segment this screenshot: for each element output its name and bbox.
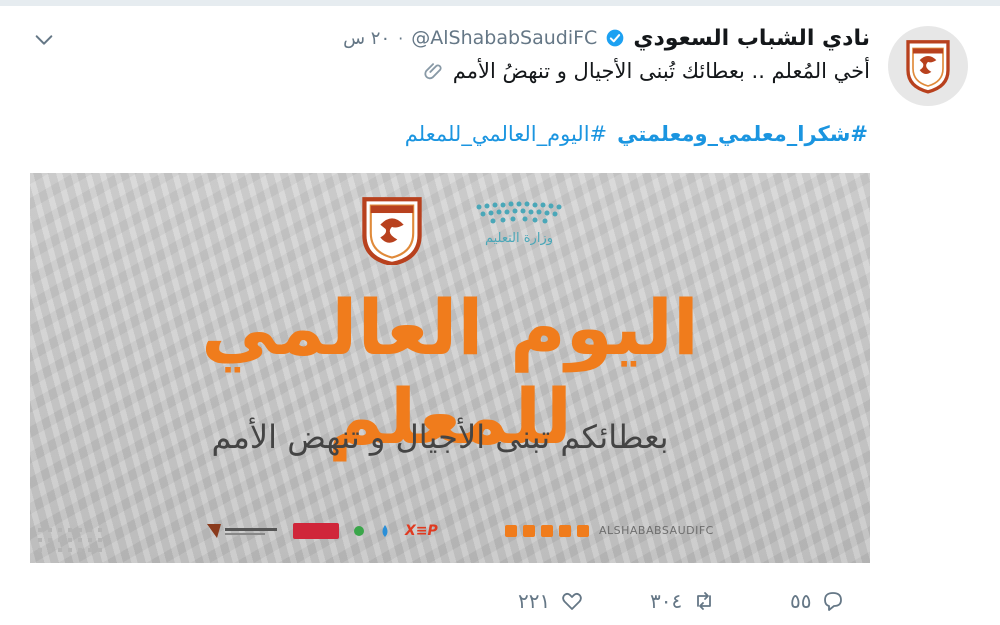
sponsor-logos: X≡P — [205, 522, 438, 540]
instagram-icon — [541, 524, 553, 537]
like-icon — [562, 592, 583, 610]
reply-icon — [824, 592, 843, 611]
chevron-down-icon — [35, 35, 53, 45]
social-icons: ALSHABABSAUDIFC — [505, 524, 714, 537]
like-button[interactable]: ٢٢١ — [518, 585, 584, 617]
separator-dot: · — [398, 28, 404, 48]
tweet-text-row: أخي المُعلم .. بعطائك تُبنى الأجيال و تن… — [423, 56, 870, 86]
hashtag-link[interactable]: #اليوم_العالمي_للمعلم — [405, 122, 607, 154]
facebook-icon — [505, 524, 517, 537]
retweet-button[interactable]: ٣٠٤ — [650, 585, 716, 617]
sponsor-logo: X≡P — [405, 523, 438, 539]
youtube-icon — [523, 524, 535, 537]
decorative-dot-grid — [38, 528, 102, 552]
hashtag-link[interactable]: #شكرا_معلمي_ومعلمتي — [617, 122, 868, 154]
tweet-media-image[interactable]: وزارة التعليم اليوم العالمي للمعلم بعطائ… — [30, 173, 870, 563]
like-count: ٢٢١ — [518, 589, 551, 613]
tweet-header: نادي الشباب السعودي @AlShababSaudiFC · ٢… — [343, 24, 870, 52]
media-subline: بعطائكم تبنى الأجيال و تنهض الأمم — [211, 418, 669, 456]
retweet-icon — [697, 592, 712, 610]
display-name[interactable]: نادي الشباب السعودي — [633, 26, 870, 51]
verified-badge-icon — [606, 29, 624, 47]
tweet-text: أخي المُعلم .. بعطائك تُبنى الأجيال و تن… — [452, 59, 870, 83]
snapchat-icon — [559, 524, 571, 537]
retweet-count: ٣٠٤ — [650, 589, 683, 613]
ministry-dots-graphic — [476, 201, 562, 224]
top-divider — [0, 0, 1000, 6]
more-options-button[interactable] — [30, 28, 58, 52]
media-footer: X≡P ALSHABABSAUDIFC — [30, 518, 870, 552]
avatar[interactable] — [888, 26, 968, 106]
paperclip-icon — [424, 63, 442, 80]
social-handle-text: ALSHABABSAUDIFC — [599, 524, 714, 537]
sponsor-logo — [207, 524, 277, 538]
twitter-icon — [577, 524, 589, 537]
club-crest-logo — [906, 40, 950, 94]
club-crest-logo — [362, 197, 422, 265]
reply-button[interactable]: ٥٥ — [790, 585, 845, 617]
user-handle[interactable]: @AlShababSaudiFC — [411, 27, 597, 49]
reply-count: ٥٥ — [790, 589, 812, 613]
sponsor-logo — [382, 525, 388, 537]
tweet-actions: ٥٥ ٣٠٤ ٢٢١ — [0, 585, 1000, 617]
hashtags: #اليوم_العالمي_للمعلم #شكرا_معلمي_ومعلمت… — [405, 122, 868, 154]
sponsor-logo — [354, 526, 364, 536]
tweet-timestamp[interactable]: ٢٠ س — [343, 28, 390, 49]
ministry-logo: وزارة التعليم — [444, 201, 594, 261]
tweet-card[interactable]: نادي الشباب السعودي @AlShababSaudiFC · ٢… — [0, 0, 1000, 625]
ministry-label: وزارة التعليم — [484, 231, 554, 246]
sponsor-logo — [293, 523, 339, 539]
